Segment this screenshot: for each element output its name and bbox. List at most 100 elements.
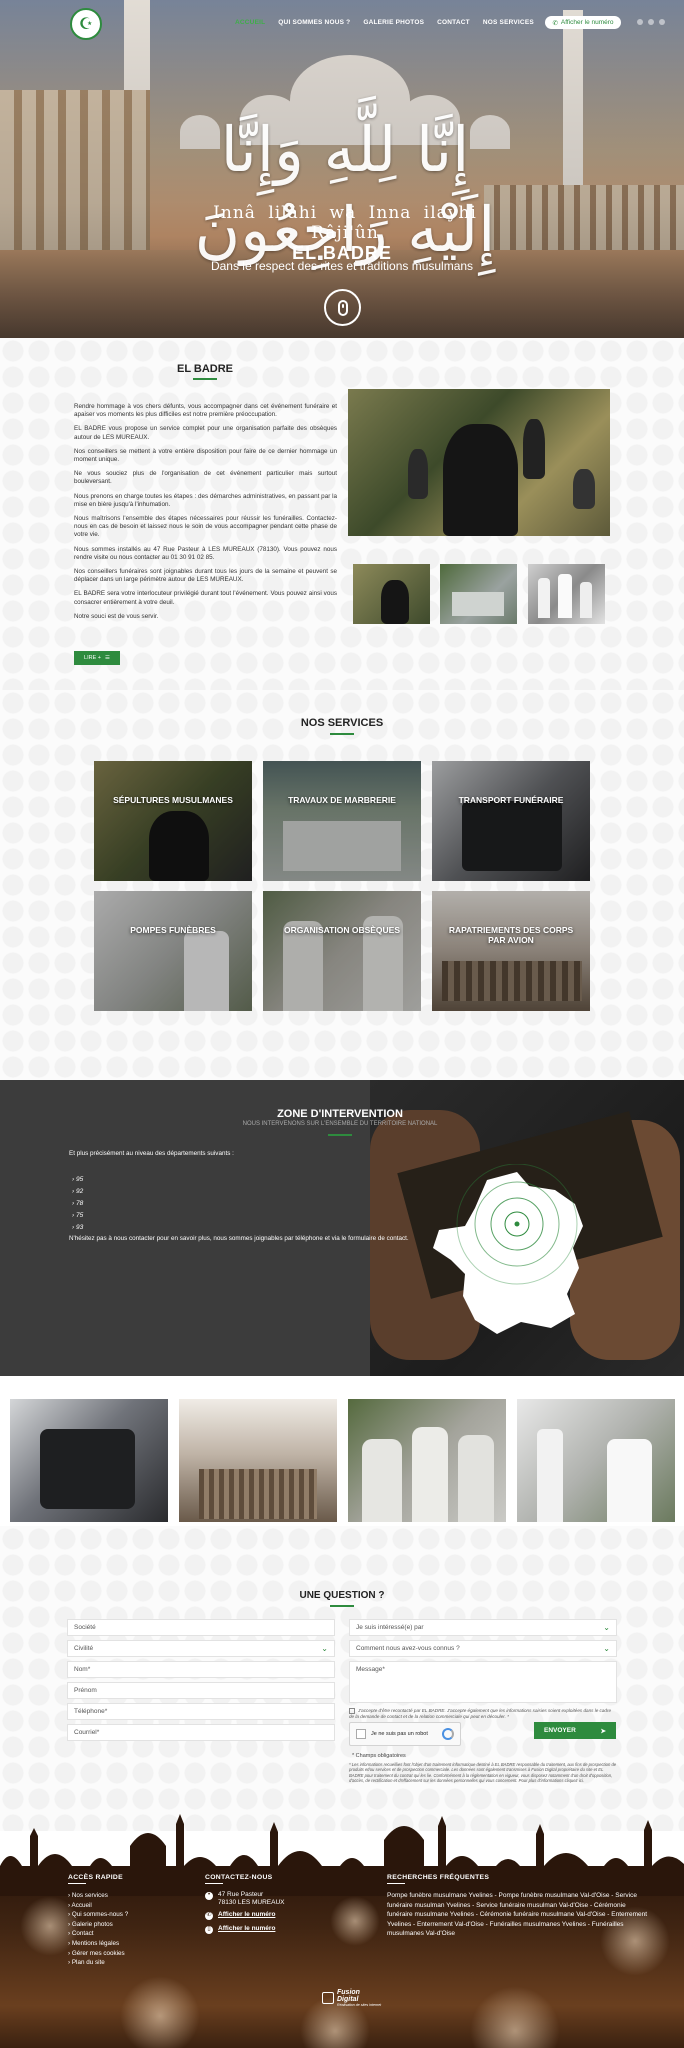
service-label: TRAVAUX DE MARBRERIE [288,795,396,805]
gallery-photo[interactable] [517,1399,675,1522]
first-name-field[interactable]: Prénom [67,1682,335,1699]
about-paragraph: Nos conseillers se mettent à votre entiè… [74,447,337,464]
service-label: ORGANISATION OBSÈQUES [283,925,401,935]
footer-link[interactable]: Galerie photos [68,1920,128,1930]
footer-quick-links: ACCÈS RAPIDE Nos services Accueil Qui so… [68,1874,128,1968]
email-field[interactable]: Courriel* [67,1724,335,1741]
about-paragraph: Notre souci est de vous servir. [74,612,159,620]
captcha-checkbox[interactable] [356,1729,366,1739]
legal-notice: * Les informations recueillies font l'ob… [349,1762,617,1784]
service-card-sepultures[interactable]: SÉPULTURES MUSULMANES [94,761,252,881]
hero-transliteration: Innâ lilâhi wa Inna ilayhi Râji'ûn [213,203,477,243]
footer-address: • 47 Rue Pasteur 78130 LES MUREAUX [205,1891,284,1906]
cemetery-photo[interactable] [348,389,610,536]
show-phone-label: Afficher le numéro [560,19,614,26]
menu-bar: ACCUEIL QUI SOMMES NOUS ? GALERIE PHOTOS… [235,19,534,26]
department-item: › 95 [72,1176,84,1183]
services-title-underline [330,733,354,735]
list-icon: ☰ [105,655,110,661]
menu-item-galerie-photos[interactable]: GALERIE PHOTOS [363,19,424,26]
gallery-photo[interactable] [348,1399,506,1522]
read-more-button[interactable]: LIRE + ☰ [74,651,120,665]
photo-gallery [0,1376,684,1526]
interest-select[interactable]: Je suis intéressé(e) par ⌄ [349,1619,617,1636]
services-title: NOS SERVICES [300,717,384,729]
consent-checkbox-row[interactable]: J'accepte d'être recontacté par EL BADRE… [349,1708,617,1720]
footer-mobile[interactable]: ▯ Afficher le numéro [205,1925,284,1934]
about-paragraph: Nos conseillers funéraires sont joignabl… [74,568,337,584]
footer-phone[interactable]: ✆ Afficher le numéro [205,1911,284,1920]
hero-subtitle: Dans le respect des rites et traditions … [210,259,474,273]
thumbnail-photo[interactable] [353,564,430,624]
footer-link[interactable]: Contact [68,1929,128,1939]
department-item: › 92 [72,1188,84,1195]
gallery-photo[interactable] [10,1399,168,1522]
chevron-down-icon: ⌄ [321,1644,328,1653]
footer-link[interactable]: Plan du site [68,1958,128,1968]
footer-contact-title: CONTACTEZ-NOUS [205,1874,273,1881]
service-label: SÉPULTURES MUSULMANES [113,795,233,805]
captcha-label: Je ne suis pas un robot [371,1731,428,1737]
service-card-pompes-funebres[interactable]: POMPES FUNÈBRES [94,891,252,1011]
menu-item-nos-services[interactable]: NOS SERVICES [483,19,534,26]
thumbnail-photo[interactable] [528,564,605,624]
footer-mobile-link[interactable]: Afficher le numéro [218,1925,275,1933]
recaptcha-icon [442,1728,454,1740]
about-text: Rendre hommage à vos chers défunts, vous… [74,403,337,627]
gallery-photo[interactable] [179,1399,337,1522]
consent-checkbox[interactable] [349,1708,355,1714]
service-label: TRANSPORT FUNÉRAIRE [458,795,564,805]
last-name-field[interactable]: Nom* [67,1661,335,1678]
france-map [433,1164,583,1334]
form-title: UNE QUESTION ? [299,1590,385,1601]
footer-link[interactable]: Mentions légales [68,1939,128,1949]
about-paragraph: EL BADRE vous propose un service complet… [74,425,337,441]
footer-link[interactable]: Gérer mes cookies [68,1949,128,1959]
service-card-rapatriements[interactable]: RAPATRIEMENTS DES CORPS PAR AVION [432,891,590,1011]
send-button[interactable]: ENVOYER ➤ [534,1722,616,1739]
thumbnail-photo[interactable] [440,564,517,624]
message-field[interactable]: Message* [349,1661,617,1703]
about-paragraph: Nous sommes installés au 47 Rue Pasteur … [74,545,337,561]
footer-link[interactable]: Nos services [68,1891,128,1901]
map-pin-icon: • [205,1892,213,1900]
source-select[interactable]: Comment nous avez-vous connus ? ⌄ [349,1640,617,1657]
zone-title: ZONE D'INTERVENTION [277,1108,403,1120]
chevron-down-icon: ⌄ [603,1644,610,1653]
menu-item-contact[interactable]: CONTACT [437,19,470,26]
read-more-label: LIRE + [84,655,102,661]
linkedin-icon[interactable] [659,19,665,25]
recaptcha[interactable]: Je ne suis pas un robot [349,1722,461,1746]
about-paragraph: Ne vous souciez plus de l'organisation d… [74,470,337,486]
about-section: EL BADRE Rendre hommage à vos chers défu… [0,338,684,690]
zone-title-underline [328,1134,352,1136]
menu-item-qui-sommes-nous[interactable]: QUI SOMMES NOUS ? [278,19,350,26]
facebook-icon[interactable] [637,19,643,25]
frequent-searches[interactable]: Pompe funèbre musulmane Yvelines - Pompe… [387,1891,652,1939]
mobile-icon: ▯ [205,1926,213,1934]
contact-form-section: UNE QUESTION ? Société Civilité ⌄ Nom* Pr… [0,1526,684,1831]
civility-select[interactable]: Civilité ⌄ [67,1640,335,1657]
about-paragraph: Rendre hommage à vos chers défunts, vous… [74,403,337,419]
service-card-transport[interactable]: TRANSPORT FUNÉRAIRE [432,761,590,881]
phone-field[interactable]: Téléphone* [67,1703,335,1720]
footer-phone-link[interactable]: Afficher le numéro [218,1911,275,1919]
footer-contact: CONTACTEZ-NOUS • 47 Rue Pasteur 78130 LES… [205,1874,284,1939]
required-note: * Champs obligatoires [352,1753,406,1759]
scroll-down-button[interactable] [324,289,361,326]
about-paragraph: Nous prenons en charge toutes les étapes… [74,492,337,508]
mouse-icon [337,299,348,316]
fusion-digital-credit[interactable]: Fusion Digital Réalisation de sites intern… [322,1989,381,2007]
service-card-marbrerie[interactable]: TRAVAUX DE MARBRERIE [263,761,421,881]
footer-link[interactable]: Accueil [68,1901,128,1911]
menu-item-accueil[interactable]: ACCUEIL [235,19,265,26]
company-field[interactable]: Société [67,1619,335,1636]
twitter-icon[interactable] [648,19,654,25]
logo[interactable]: ☪ [70,8,102,40]
hero-calligraphy: إِنَّا لِلَّهِ وَإِنَّا إِلَيْهِ رَاجِعُ… [194,113,500,266]
service-card-organisation[interactable]: ORGANISATION OBSÈQUES [263,891,421,1011]
footer-link[interactable]: Qui sommes-nous ? [68,1910,128,1920]
department-list: › 95 › 92 › 78 › 75 › 93 [72,1176,83,1236]
zone-subtitle: NOUS INTERVENONS SUR L'ENSEMBLE DU TERRI… [242,1121,438,1127]
show-phone-button[interactable]: ✆ Afficher le numéro [545,16,621,29]
